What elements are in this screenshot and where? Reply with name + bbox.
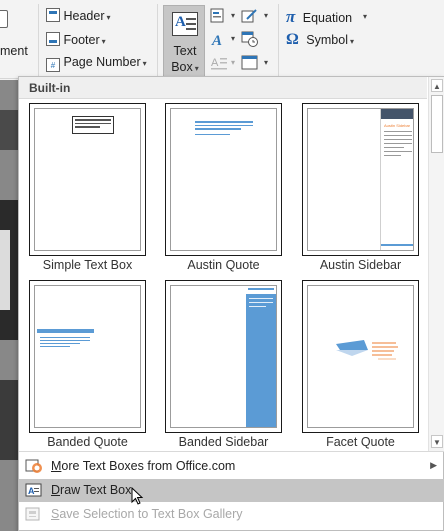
- gallery-item-label: Facet Quote: [326, 435, 395, 449]
- drop-cap-button: A: [210, 55, 228, 71]
- banded-quote-preview: [34, 285, 141, 428]
- footer-icon: [46, 32, 60, 46]
- text-box-label-line1: Text: [173, 44, 197, 58]
- svg-text:A: A: [211, 33, 222, 47]
- gallery-item-banded-sidebar[interactable]: Banded Sidebar: [165, 280, 282, 450]
- scroll-up-icon[interactable]: ▲: [431, 79, 443, 92]
- office-online-icon: [25, 458, 43, 474]
- thumbnail: [29, 103, 146, 256]
- menu-separator: [19, 451, 444, 452]
- word-window: ment Header▾ Footer▾ # Page Number▾ A: [0, 0, 444, 531]
- object-icon: [241, 55, 258, 70]
- chevron-down-icon: ▾: [101, 37, 106, 46]
- draw-text-box-icon: A: [25, 482, 43, 498]
- symbol-button[interactable]: Ω Symbol ▾: [286, 31, 354, 49]
- equation-button[interactable]: π Equation: [286, 7, 352, 27]
- footer-label: Footer: [63, 33, 100, 47]
- chevron-down-icon: ▾: [349, 37, 354, 46]
- signature-line-button[interactable]: [241, 8, 259, 24]
- scroll-down-icon[interactable]: ▼: [431, 435, 443, 448]
- partial-left-control[interactable]: [0, 10, 8, 28]
- gallery-item-facet-quote[interactable]: Facet Quote: [302, 280, 419, 450]
- menu-item-label: Save Selection to Text Box Gallery: [51, 507, 243, 521]
- quick-parts-icon: [210, 8, 224, 23]
- signature-line-icon: [241, 9, 257, 23]
- ribbon-separator: [278, 4, 279, 76]
- draw-text-box-menu-item[interactable]: A Draw Text Box: [19, 479, 444, 505]
- chevron-down-icon[interactable]: ▾: [264, 11, 268, 20]
- menu-item-label: Draw Text Box: [51, 483, 132, 497]
- gallery-item-banded-quote[interactable]: Banded Quote: [29, 280, 146, 450]
- thumbnail: [302, 280, 419, 433]
- thumbnail: [165, 280, 282, 433]
- banded-sidebar-preview: [170, 285, 277, 428]
- more-text-boxes-menu-item[interactable]: More Text Boxes from Office.com ▶: [19, 455, 444, 478]
- drop-cap-icon: A: [211, 57, 227, 70]
- chevron-down-icon[interactable]: ▾: [231, 11, 235, 20]
- chevron-down-icon: ▾: [142, 59, 147, 68]
- text-box-label-line2: Box ▾: [171, 60, 199, 74]
- wordart-button[interactable]: A: [210, 31, 228, 49]
- quick-parts-button[interactable]: [210, 8, 228, 24]
- chevron-down-icon[interactable]: ▾: [363, 12, 367, 21]
- pi-icon: π: [286, 7, 296, 26]
- ribbon-separator: [38, 4, 39, 76]
- section-header: Built-in: [19, 77, 427, 99]
- gallery-item-label: Simple Text Box: [42, 258, 133, 272]
- header-label: Header: [63, 9, 105, 23]
- save-selection-menu-item: Save Selection to Text Box Gallery: [19, 503, 444, 526]
- thumbnail: [29, 280, 146, 433]
- facet-quote-preview: [307, 285, 414, 428]
- text-box-button[interactable]: A Text Box ▾: [163, 5, 205, 78]
- page-number-button[interactable]: # Page Number ▾: [46, 55, 147, 72]
- footer-button[interactable]: Footer ▾: [46, 32, 106, 47]
- equation-label: Equation: [302, 11, 353, 25]
- save-to-gallery-icon: [25, 506, 43, 522]
- svg-text:A: A: [211, 57, 219, 69]
- scroll-thumb[interactable]: [431, 95, 443, 153]
- chevron-down-icon[interactable]: ▾: [231, 34, 235, 43]
- gallery-scrollbar[interactable]: ▲ ▼: [428, 77, 444, 451]
- page-number-icon: #: [46, 58, 60, 72]
- header-button[interactable]: Header ▾: [46, 8, 111, 23]
- gallery-item-label: Banded Quote: [47, 435, 128, 449]
- section-title: Built-in: [29, 81, 71, 95]
- header-icon: [46, 8, 60, 22]
- ribbon-separator: [157, 4, 158, 76]
- chevron-down-icon: ▾: [231, 58, 236, 67]
- austin-sidebar-preview: Austin Sidebar: [307, 108, 414, 251]
- document-background: [0, 80, 18, 531]
- gallery-item-label: Austin Quote: [187, 258, 260, 272]
- gallery-item-austin-sidebar[interactable]: Austin Sidebar Austin Sidebar: [302, 103, 419, 273]
- text-box-dropdown: Built-in ▲ ▼ Simple Text Box Austin Quot…: [18, 76, 444, 531]
- gallery-item-label: Banded Sidebar: [178, 435, 269, 449]
- wordart-icon: A: [211, 33, 222, 49]
- gallery-item-label: Austin Sidebar: [319, 258, 402, 272]
- page-number-label: Page Number: [63, 55, 141, 69]
- austin-quote-preview: [170, 108, 277, 251]
- thumbnail: Austin Sidebar: [302, 103, 419, 256]
- gallery-item-simple-text-box[interactable]: Simple Text Box: [29, 103, 146, 273]
- ribbon: ment Header▾ Footer▾ # Page Number▾ A: [0, 0, 444, 79]
- date-time-button[interactable]: [241, 31, 259, 47]
- thumbnail: [165, 103, 282, 256]
- symbol-label: Symbol: [306, 33, 348, 47]
- calendar-clock-icon: [241, 31, 258, 47]
- austin-sidebar-heading: Austin Sidebar: [384, 123, 411, 128]
- object-button[interactable]: [241, 55, 259, 71]
- chevron-down-icon: ▾: [106, 13, 111, 22]
- menu-item-label: More Text Boxes from Office.com: [51, 459, 236, 473]
- svg-text:A: A: [28, 486, 35, 496]
- gallery-item-austin-quote[interactable]: Austin Quote: [165, 103, 282, 273]
- omega-icon: Ω: [286, 31, 299, 48]
- partial-left-label: ment: [0, 44, 28, 58]
- chevron-down-icon[interactable]: ▾: [264, 58, 268, 67]
- facet-shape: [336, 340, 398, 360]
- submenu-arrow-icon: ▶: [430, 460, 437, 470]
- simple-text-box-preview: [34, 108, 141, 251]
- text-box-icon: A: [172, 12, 198, 36]
